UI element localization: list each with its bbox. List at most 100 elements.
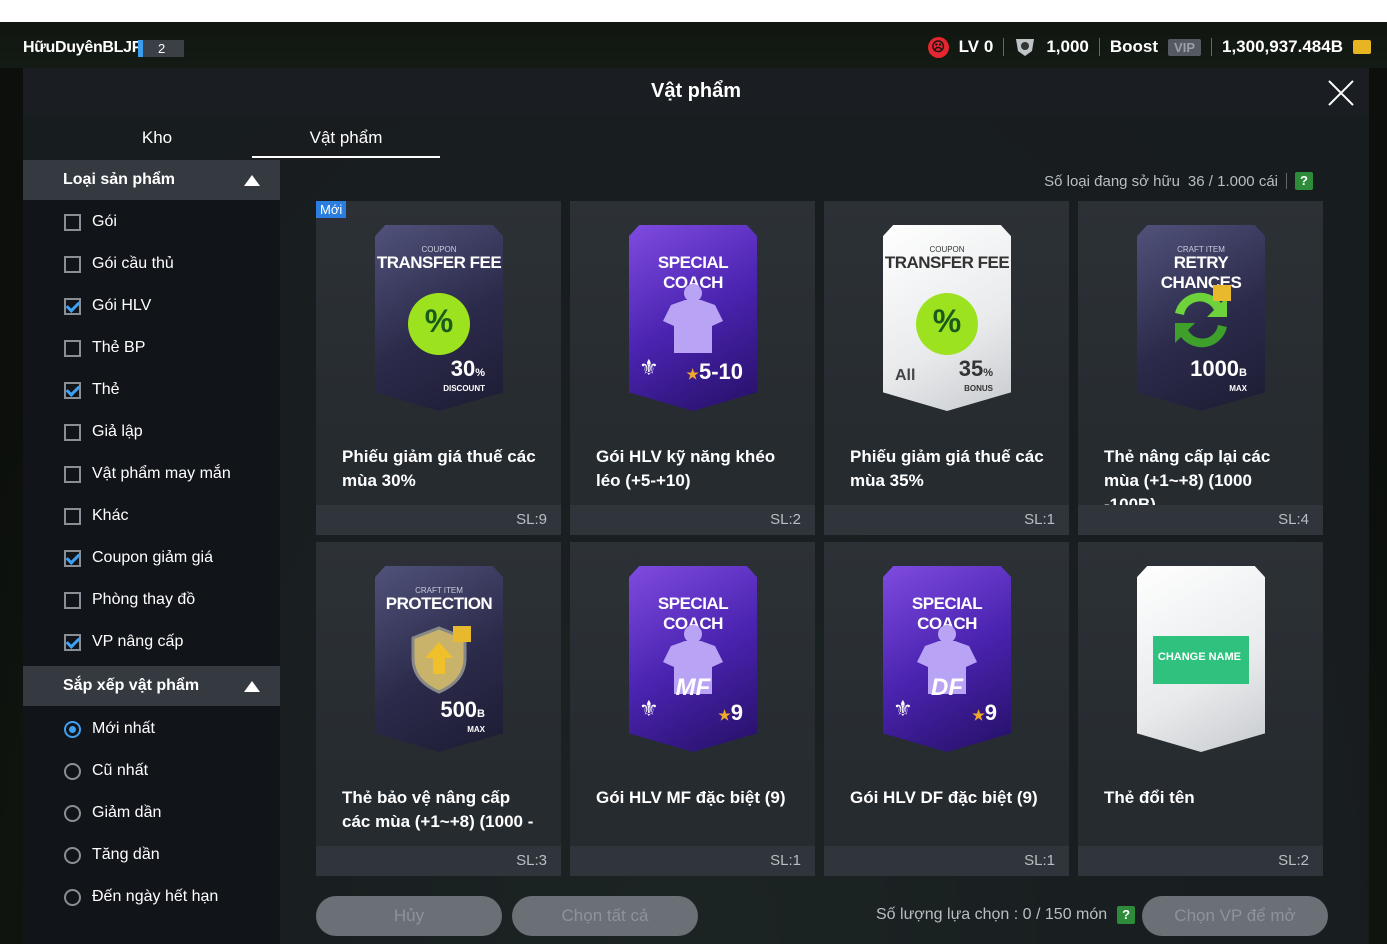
category-header[interactable]: Loại sản phẩm — [23, 160, 280, 200]
item-name: Phiếu giảm giá thuế các mùa 35% — [850, 447, 1044, 490]
collapse-triangle-icon[interactable] — [244, 681, 260, 692]
percent-badge-icon: % — [408, 293, 470, 355]
coin-icon — [1353, 40, 1371, 54]
help-icon[interactable]: ? — [1117, 906, 1136, 924]
cancel-button[interactable]: Hủy — [316, 896, 502, 936]
sort-header[interactable]: Sắp xếp vật phẩm — [23, 666, 280, 706]
value-number: 35 — [958, 356, 984, 381]
category-option[interactable]: Khác — [23, 495, 280, 537]
coach-emblem-icon: ⚜ — [893, 696, 913, 721]
checkbox[interactable] — [64, 507, 81, 525]
value-note: MAX — [467, 725, 485, 734]
radio-button[interactable] — [64, 720, 81, 738]
category-option[interactable]: Phòng thay đồ — [23, 579, 280, 621]
coach-emblem-icon: ⚜ — [639, 696, 659, 721]
item-art: COUPON TRANSFER FEE% 35% BONUS All — [824, 201, 1069, 436]
value-unit: % — [983, 367, 993, 379]
sad-face-icon: ☹ — [927, 36, 949, 58]
item-card[interactable]: CHANGE NAME Thẻ đổi tên SL:2 — [1078, 542, 1323, 876]
value-unit: B — [477, 708, 485, 720]
item-art: SPECIAL COACH MF ★9 ⚜ — [570, 542, 815, 777]
category-title: Loại sản phẩm — [63, 171, 176, 188]
star-icon: ★ — [972, 707, 985, 723]
collapse-triangle-icon[interactable] — [244, 175, 260, 186]
checkbox[interactable] — [64, 423, 81, 441]
category-label: Phòng thay đồ — [92, 591, 196, 608]
divider — [1211, 38, 1212, 56]
item-value: 500B MAX — [440, 699, 485, 735]
category-option[interactable]: Gói HLV — [23, 285, 280, 327]
rename-ticket-icon: CHANGE NAME — [1153, 636, 1249, 684]
item-heading: TRANSFER FEE — [376, 253, 502, 272]
item-card[interactable]: Mới COUPON TRANSFER FEE% 30% DISCOUNT Phiếu g… — [316, 201, 561, 535]
value-number: 1000 — [1190, 356, 1240, 381]
username: HữuDuyênBLJP — [23, 39, 143, 56]
sort-option[interactable]: Tăng dần — [23, 834, 280, 876]
coach-rating: ★5-10 — [686, 359, 743, 385]
category-label: Gói HLV — [92, 297, 152, 314]
category-option[interactable]: Coupon giảm giá — [23, 537, 280, 579]
top-strip — [0, 0, 1387, 22]
item-card[interactable]: COUPON TRANSFER FEE% 35% BONUS All Phiếu giảm… — [824, 201, 1069, 535]
help-icon[interactable]: ? — [1295, 172, 1313, 190]
item-art: SPECIAL COACH DF ★9 ⚜ — [824, 542, 1069, 777]
checkbox[interactable] — [64, 465, 81, 483]
category-option[interactable]: Vật phẩm may mắn — [23, 453, 280, 495]
item-quantity: SL:1 — [824, 846, 1069, 876]
sort-option[interactable]: Giảm dần — [23, 792, 280, 834]
category-option[interactable]: Gói cầu thủ — [23, 243, 280, 285]
item-image: COUPON TRANSFER FEE% 30% DISCOUNT — [375, 225, 503, 411]
category-option[interactable]: Thẻ — [23, 369, 280, 411]
sort-label: Tăng dần — [92, 846, 160, 863]
shield-value: 1,000 — [1046, 37, 1089, 56]
item-image: SPECIAL COACH MF ★9 ⚜ — [629, 566, 757, 752]
divider — [1098, 38, 1100, 56]
percent-badge-icon: % — [916, 293, 978, 355]
checkbox[interactable] — [64, 213, 81, 231]
checkbox[interactable] — [64, 381, 81, 399]
shield-icon — [1016, 39, 1035, 56]
item-card[interactable]: SPECIAL COACH DF ★9 ⚜ Gói HLV DF đặc biệt (9… — [824, 542, 1069, 876]
checkbox[interactable] — [64, 591, 81, 609]
value-note: DISCOUNT — [443, 384, 485, 393]
checkbox[interactable] — [64, 633, 81, 651]
tab-items[interactable]: Vật phẩm — [252, 118, 440, 158]
radio-button[interactable] — [64, 846, 81, 864]
item-image: SPECIAL COACH DF ★9 ⚜ — [883, 566, 1011, 752]
select-all-button[interactable]: Chọn tất cả — [512, 896, 698, 936]
item-card[interactable]: CRAFT ITEM RETRY CHANCES 1000B MAX Thẻ nâng … — [1078, 201, 1323, 535]
checkbox[interactable] — [64, 255, 81, 273]
checkbox[interactable] — [64, 339, 81, 357]
coach-rating: ★9 — [972, 700, 997, 726]
item-value: 35% BONUS — [958, 356, 993, 394]
checkbox[interactable] — [64, 297, 81, 315]
tab-bar: Kho Vật phẩm — [23, 118, 463, 160]
item-value: 30% DISCOUNT — [443, 358, 485, 394]
item-card[interactable]: CRAFT ITEM PROTECTION 500B MAX Thẻ bảo vệ nâ… — [316, 542, 561, 876]
category-option[interactable]: Giả lập — [23, 411, 280, 453]
item-card[interactable]: SPECIAL COACH ★5-10 ⚜ Gói HLV kỹ năng khéo … — [570, 201, 815, 535]
item-quantity: SL:4 — [1078, 505, 1323, 535]
item-card[interactable]: SPECIAL COACH MF ★9 ⚜ Gói HLV MF đặc biệt (9… — [570, 542, 815, 876]
sort-option[interactable]: Cũ nhất — [23, 750, 280, 792]
class-all-label: All — [895, 367, 916, 384]
vip-badge[interactable]: VIP — [1168, 38, 1201, 56]
close-icon[interactable] — [1323, 74, 1359, 110]
item-art: CHANGE NAME — [1078, 542, 1323, 777]
category-option[interactable]: Gói — [23, 201, 280, 243]
item-image: CRAFT ITEM PROTECTION 500B MAX — [375, 566, 503, 752]
sort-option[interactable]: Mới nhất — [23, 708, 280, 750]
item-heading: TRANSFER FEE — [884, 253, 1010, 272]
sort-label: Giảm dần — [92, 804, 162, 821]
checkbox[interactable] — [64, 549, 81, 567]
item-name: Gói HLV MF đặc biệt (9) — [596, 788, 786, 807]
category-label: Giả lập — [92, 423, 143, 440]
category-option[interactable]: VP nâng cấp — [23, 621, 280, 663]
radio-button[interactable] — [64, 804, 81, 822]
open-items-button[interactable]: Chọn VP để mở — [1142, 896, 1328, 936]
category-option[interactable]: Thẻ BP — [23, 327, 280, 369]
boost-label[interactable]: Boost — [1110, 37, 1158, 57]
tab-storage[interactable]: Kho — [63, 118, 251, 158]
divider — [1003, 38, 1005, 56]
radio-button[interactable] — [64, 762, 81, 780]
